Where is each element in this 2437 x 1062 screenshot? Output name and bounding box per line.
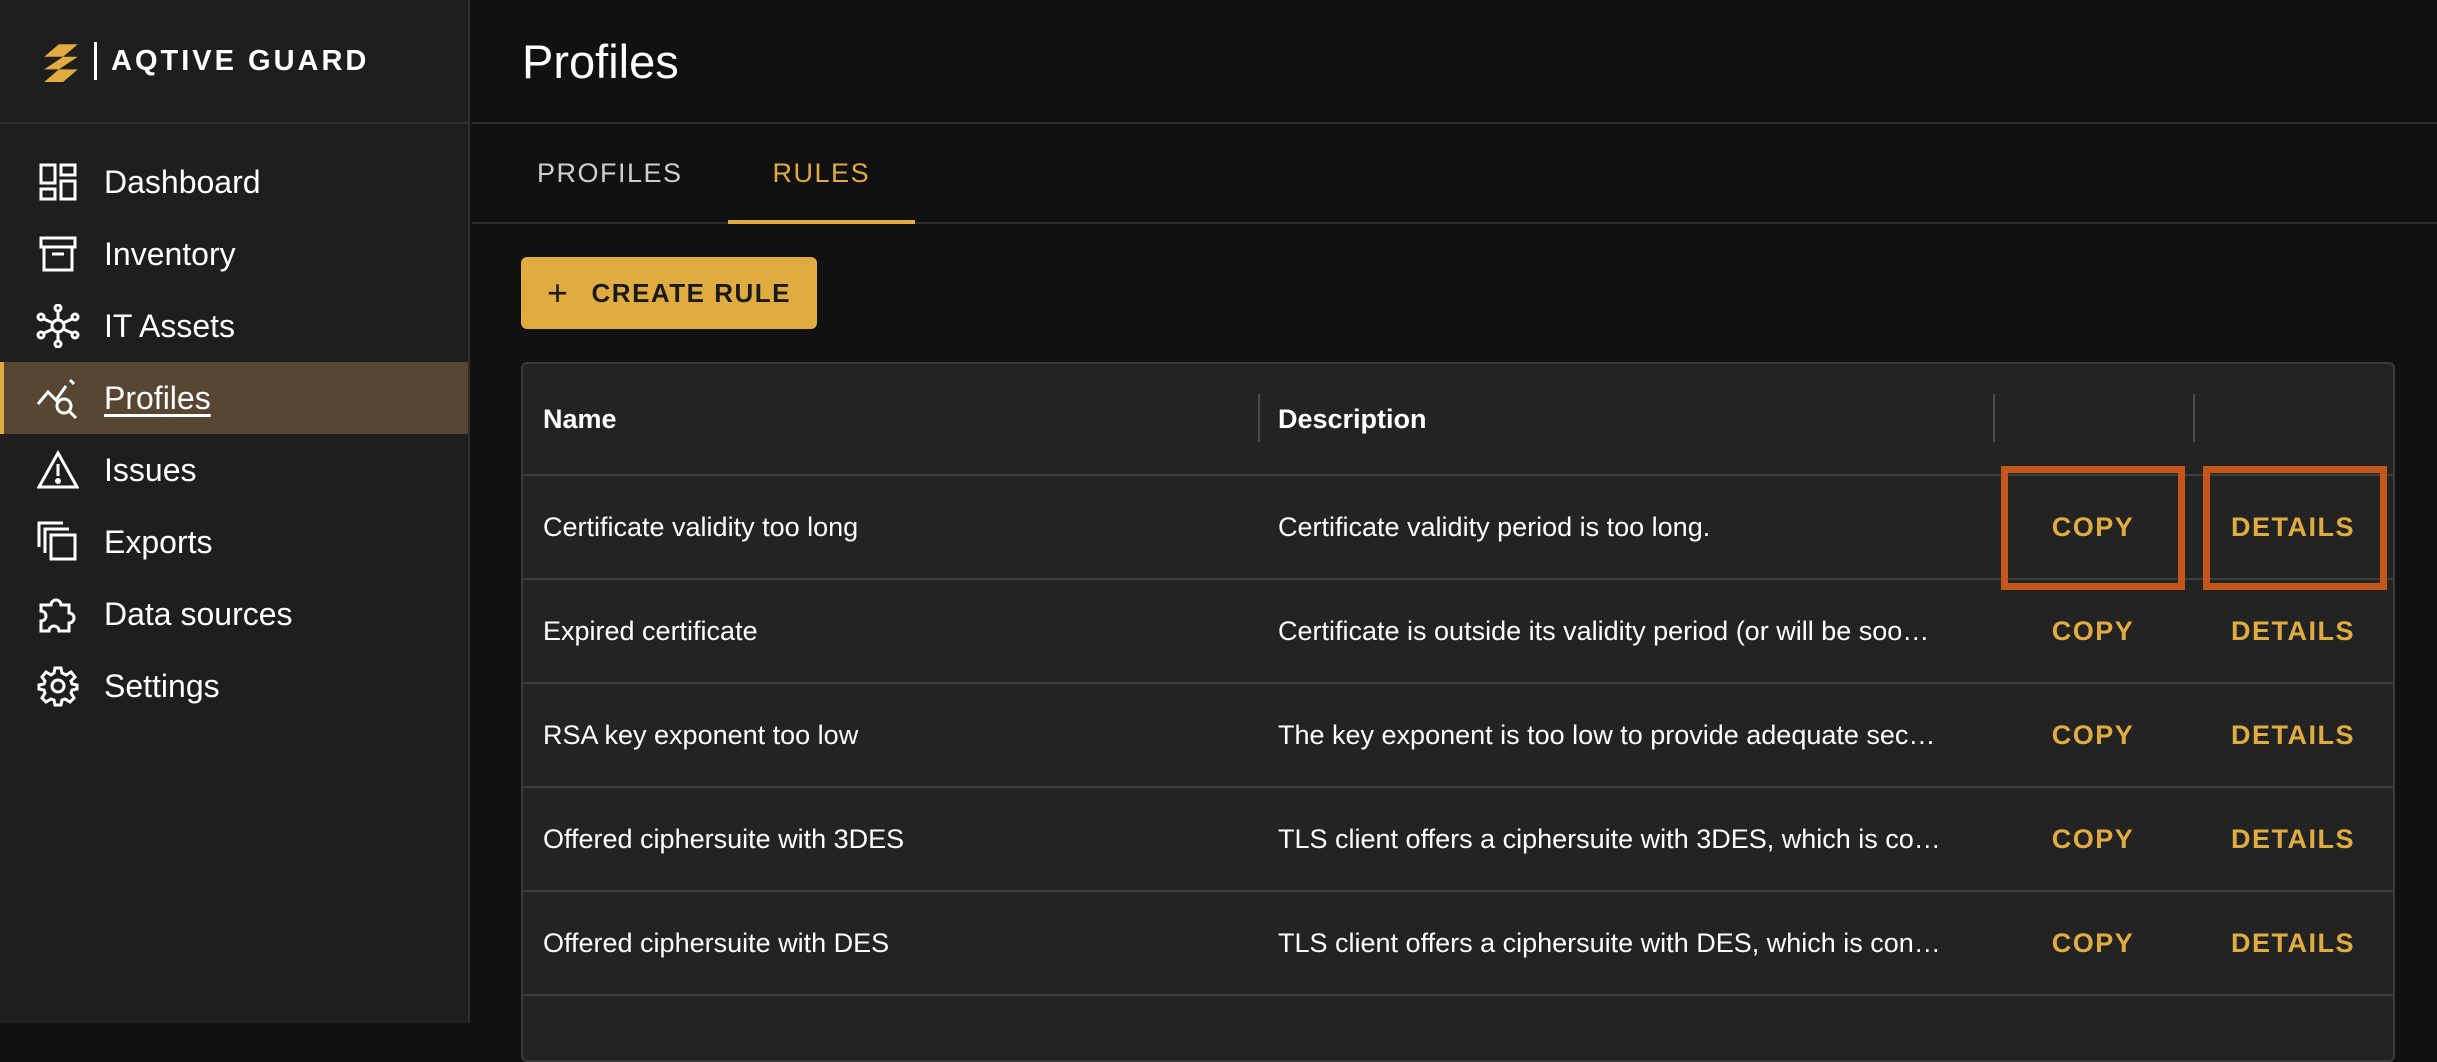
rule-name: RSA key exponent too low bbox=[543, 719, 859, 750]
warning-icon bbox=[36, 448, 80, 492]
sidebar-item-dashboard[interactable]: Dashboard bbox=[0, 146, 468, 218]
copy-button[interactable]: COPY bbox=[2040, 608, 2147, 655]
sidebar-item-label: Data sources bbox=[104, 595, 293, 632]
app-window: AQTIVE GUARD Dashboard Inventory IT Asse… bbox=[0, 0, 2437, 1062]
details-button[interactable]: DETAILS bbox=[2219, 712, 2367, 759]
copy-stack-icon bbox=[36, 520, 80, 564]
sidebar-item-label: Settings bbox=[104, 667, 220, 704]
create-rule-button[interactable]: + CREATE RULE bbox=[521, 257, 817, 329]
details-button[interactable]: DETAILS bbox=[2219, 608, 2367, 655]
tab-bar: PROFILES RULES bbox=[472, 124, 2437, 224]
rule-description: Certificate is outside its validity peri… bbox=[1278, 615, 1930, 646]
brand-logo[interactable]: AQTIVE GUARD bbox=[0, 0, 468, 124]
column-header-name[interactable]: Name bbox=[523, 364, 1258, 474]
brand-name: AQTIVE GUARD bbox=[111, 44, 370, 77]
dashboard-icon bbox=[36, 160, 80, 204]
brand-mark-icon bbox=[44, 44, 78, 82]
archive-icon bbox=[36, 232, 80, 276]
table-row: Expired certificate Certificate is outsi… bbox=[523, 580, 2393, 684]
table-row bbox=[523, 996, 2393, 1060]
tab-rules[interactable]: RULES bbox=[727, 124, 916, 224]
sidebar-item-issues[interactable]: Issues bbox=[0, 434, 468, 506]
column-header-description[interactable]: Description bbox=[1258, 364, 1993, 474]
rule-name: Offered ciphersuite with DES bbox=[543, 927, 890, 958]
main-content: Profiles PROFILES RULES + CREATE RULE Na… bbox=[472, 0, 2437, 1062]
rule-description: TLS client offers a ciphersuite with 3DE… bbox=[1278, 823, 1941, 854]
rule-description: Certificate validity period is too long. bbox=[1278, 511, 1711, 542]
details-button[interactable]: DETAILS bbox=[2219, 920, 2367, 967]
sidebar-item-inventory[interactable]: Inventory bbox=[0, 218, 468, 290]
sidebar-item-it-assets[interactable]: IT Assets bbox=[0, 290, 468, 362]
tab-profiles[interactable]: PROFILES bbox=[492, 124, 728, 222]
sidebar-item-data-sources[interactable]: Data sources bbox=[0, 578, 468, 650]
plus-icon: + bbox=[547, 272, 570, 313]
rule-name: Certificate validity too long bbox=[543, 511, 859, 542]
sidebar-item-exports[interactable]: Exports bbox=[0, 506, 468, 578]
sidebar-item-profiles[interactable]: Profiles bbox=[0, 362, 468, 434]
sidebar-item-label: Exports bbox=[104, 523, 213, 560]
sidebar-item-settings[interactable]: Settings bbox=[0, 650, 468, 722]
sidebar-item-label: Profiles bbox=[104, 379, 211, 416]
gear-icon bbox=[36, 664, 80, 708]
puzzle-icon bbox=[36, 592, 80, 636]
column-header-details bbox=[2193, 364, 2393, 474]
copy-button[interactable]: COPY bbox=[2040, 504, 2147, 551]
rules-table: Name Description Certificate validity to… bbox=[521, 362, 2395, 1062]
rule-name: Expired certificate bbox=[543, 615, 758, 646]
rule-name: Offered ciphersuite with 3DES bbox=[543, 823, 905, 854]
sidebar-item-label: IT Assets bbox=[104, 307, 236, 344]
rule-description: TLS client offers a ciphersuite with DES… bbox=[1278, 927, 1941, 958]
column-header-copy bbox=[1993, 364, 2193, 474]
network-icon bbox=[36, 304, 80, 348]
brand-divider bbox=[94, 42, 97, 80]
table-row: Offered ciphersuite with 3DES TLS client… bbox=[523, 788, 2393, 892]
page-title: Profiles bbox=[522, 34, 679, 88]
create-rule-label: CREATE RULE bbox=[591, 277, 791, 308]
details-button[interactable]: DETAILS bbox=[2219, 504, 2367, 551]
sidebar: AQTIVE GUARD Dashboard Inventory IT Asse… bbox=[0, 0, 470, 1023]
profile-analytics-icon bbox=[36, 376, 80, 420]
copy-button[interactable]: COPY bbox=[2040, 816, 2147, 863]
sidebar-item-label: Inventory bbox=[104, 235, 236, 272]
table-row: Certificate validity too long Certificat… bbox=[523, 476, 2393, 580]
sidebar-item-label: Dashboard bbox=[104, 163, 261, 200]
sidebar-item-label: Issues bbox=[104, 451, 197, 488]
table-row: Offered ciphersuite with DES TLS client … bbox=[523, 892, 2393, 996]
details-button[interactable]: DETAILS bbox=[2219, 816, 2367, 863]
table-row: RSA key exponent too low The key exponen… bbox=[523, 684, 2393, 788]
rule-description: The key exponent is too low to provide a… bbox=[1278, 719, 1936, 750]
table-header: Name Description bbox=[523, 364, 2393, 476]
sidebar-nav: Dashboard Inventory IT Assets Profiles I… bbox=[0, 146, 468, 722]
page-header: Profiles bbox=[472, 0, 2437, 124]
copy-button[interactable]: COPY bbox=[2040, 920, 2147, 967]
copy-button[interactable]: COPY bbox=[2040, 712, 2147, 759]
